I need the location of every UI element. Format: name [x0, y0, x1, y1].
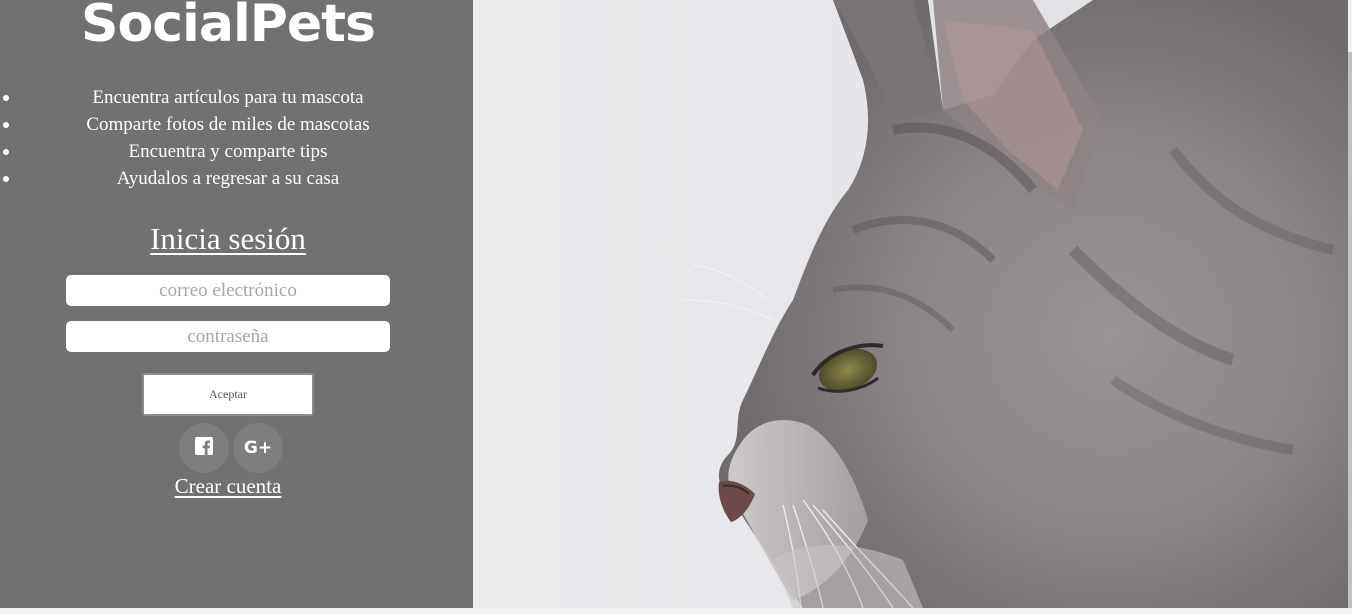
feature-text: Encuentra artículos para tu mascota — [92, 87, 364, 108]
login-panel: SocialPets Encuentra artículos para tu m… — [0, 0, 473, 608]
scrollbar-thumb[interactable] — [1348, 52, 1352, 608]
bullet-icon — [3, 149, 9, 155]
feature-text: Encuentra y comparte tips — [128, 141, 328, 162]
cat-illustration — [682, 0, 1348, 608]
feature-item: Encuentra y comparte tips — [0, 138, 456, 165]
feature-list: Encuentra artículos para tu mascota Comp… — [0, 84, 456, 192]
bullet-icon — [3, 122, 9, 128]
hero-cat-image — [473, 0, 1348, 608]
feature-item: Encuentra artículos para tu mascota — [0, 84, 456, 111]
bullet-icon — [3, 176, 9, 182]
facebook-icon — [195, 437, 213, 459]
feature-text: Ayudalos a regresar a su casa — [116, 168, 340, 189]
facebook-login-button[interactable] — [179, 423, 229, 473]
password-field[interactable]: contraseña — [66, 321, 390, 352]
vertical-scrollbar[interactable] — [1348, 0, 1352, 608]
google-plus-login-button[interactable]: G+ — [233, 423, 283, 473]
accept-button[interactable]: Aceptar — [142, 373, 314, 416]
horizontal-scrollbar[interactable] — [0, 608, 1352, 614]
login-title: Inicia sesión — [150, 221, 306, 256]
create-account-link[interactable]: Crear cuenta — [0, 474, 456, 498]
email-field[interactable]: correo electrónico — [66, 275, 390, 306]
feature-item: Ayudalos a regresar a su casa — [0, 165, 456, 192]
feature-text: Comparte fotos de miles de mascotas — [86, 114, 370, 135]
feature-item: Comparte fotos de miles de mascotas — [0, 111, 456, 138]
brand-logo: SocialPets — [81, 0, 376, 54]
google-plus-icon: G+ — [243, 438, 273, 458]
bullet-icon — [3, 95, 9, 101]
